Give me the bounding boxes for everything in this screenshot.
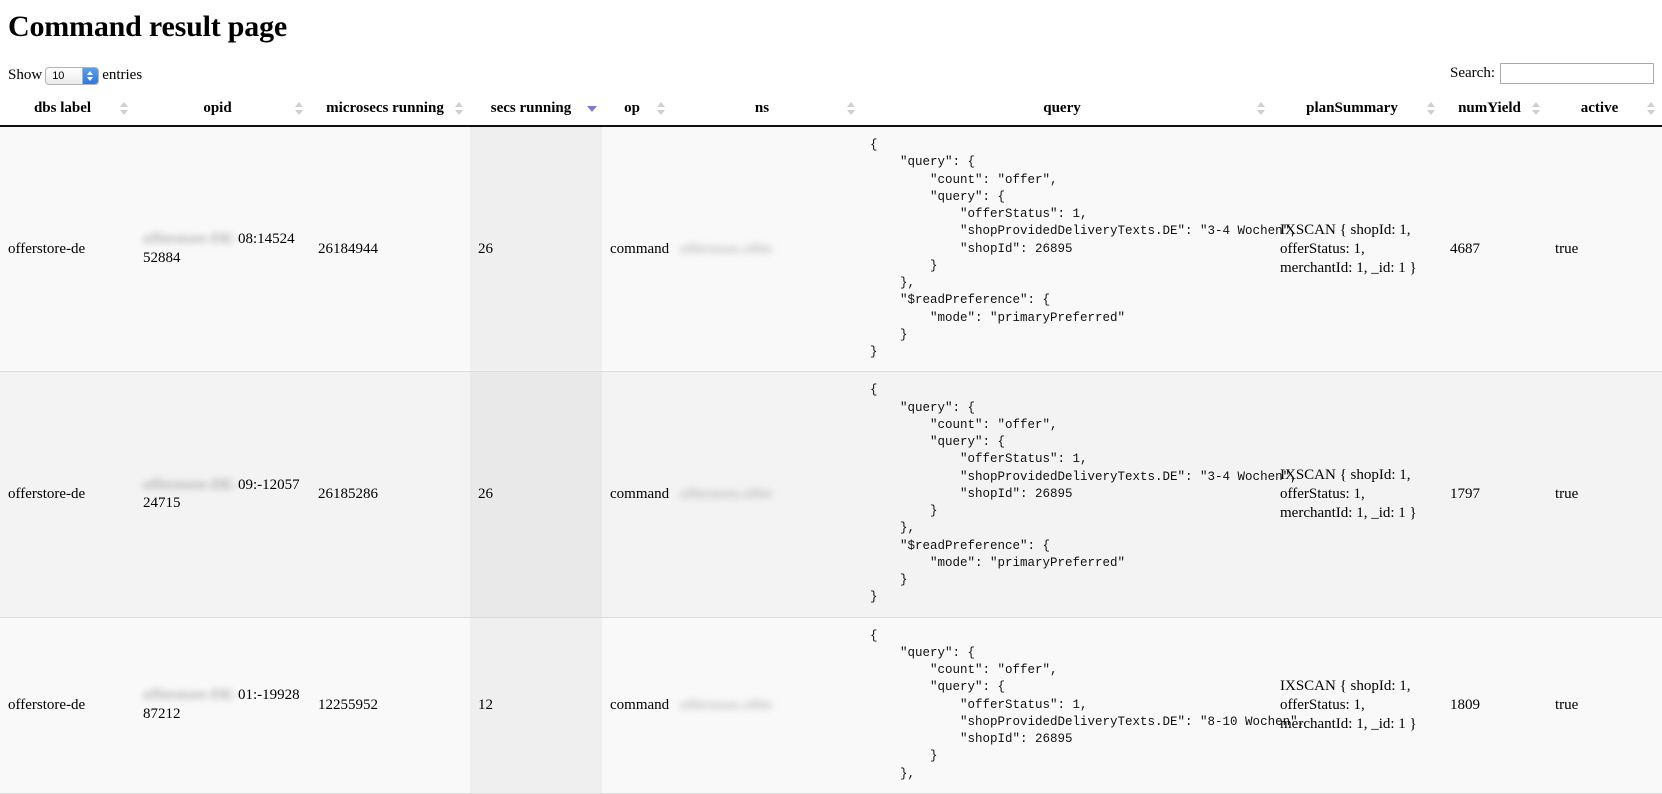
- sort-descending-icon[interactable]: [587, 102, 597, 115]
- cell-query: { "query": { "count": "offer", "query": …: [862, 126, 1298, 373]
- table-row[interactable]: offerstore-de offerstore-DE-09:-12057247…: [0, 371, 1662, 618]
- cell-plansummary: IXSCAN { shopId: 1, offerStatus: 1, merc…: [1272, 371, 1442, 618]
- cell-opid: offerstore-DE-09:-1205724715: [135, 371, 310, 618]
- cell-opid: offerstore-DE-08:1452452884: [135, 126, 310, 373]
- search-label: Search:: [1450, 65, 1495, 81]
- table-body: offerstore-de offerstore-DE-08:145245288…: [0, 126, 1662, 794]
- table-controls: Show 10 entries Search:: [0, 62, 1662, 90]
- redacted-host-prefix: offerstore-DE-: [143, 687, 239, 704]
- cell-dbs-label: offerstore-de: [0, 126, 135, 373]
- plan-summary-text: IXSCAN { shopId: 1, offerStatus: 1, merc…: [1280, 678, 1417, 732]
- sort-arrows-icon[interactable]: [847, 102, 856, 115]
- cell-op: command: [602, 617, 672, 794]
- sort-arrows-icon[interactable]: [455, 102, 464, 115]
- sort-arrows-icon[interactable]: [295, 102, 304, 115]
- cell-secs-running: 12: [470, 617, 602, 794]
- sort-arrows-icon[interactable]: [1427, 102, 1436, 115]
- cell-numyield: 1797: [1442, 371, 1547, 618]
- length-control: Show 10 entries: [8, 64, 142, 86]
- cell-numyield: 1809: [1442, 617, 1547, 794]
- sort-arrows-icon[interactable]: [120, 102, 129, 115]
- redacted-namespace: offerstore.offer: [680, 241, 773, 257]
- table-header-row: dbs label opid microsecs running secs ru…: [0, 94, 1662, 127]
- search-control: Search:: [1450, 62, 1654, 85]
- cell-dbs-label: offerstore-de: [0, 371, 135, 618]
- column-label: ns: [754, 100, 770, 116]
- cell-ns: offerstore.offer: [672, 617, 862, 794]
- cell-secs-running: 26: [470, 126, 602, 373]
- query-json: { "query": { "count": "offer", "query": …: [870, 628, 1305, 781]
- cell-secs-running: 26: [470, 371, 602, 618]
- redacted-host-prefix: offerstore-DE-: [143, 231, 239, 248]
- page-title: Command result page: [8, 10, 287, 43]
- table-row[interactable]: offerstore-de offerstore-DE-01:-19928872…: [0, 617, 1662, 794]
- column-header-ns[interactable]: ns: [672, 94, 862, 127]
- column-label: dbs label: [33, 100, 92, 116]
- plan-summary-text: IXSCAN { shopId: 1, offerStatus: 1, merc…: [1280, 222, 1417, 276]
- cell-microsecs-running: 26185286: [310, 371, 470, 618]
- query-json: { "query": { "count": "offer", "query": …: [870, 138, 1298, 359]
- column-label: active: [1580, 100, 1619, 116]
- column-label: query: [1043, 100, 1081, 116]
- stepper-arrows-icon[interactable]: [82, 67, 99, 84]
- sort-arrows-icon[interactable]: [657, 102, 666, 115]
- cell-active: true: [1547, 371, 1662, 618]
- cell-plansummary: IXSCAN { shopId: 1, offerStatus: 1, merc…: [1272, 126, 1442, 373]
- query-json: { "query": { "count": "offer", "query": …: [870, 383, 1298, 605]
- cell-microsecs-running: 12255952: [310, 617, 470, 794]
- sort-arrows-icon[interactable]: [1647, 102, 1656, 115]
- entries-per-page-value: 10: [52, 69, 65, 82]
- cell-active: true: [1547, 617, 1662, 794]
- cell-ns: offerstore.offer: [672, 126, 862, 373]
- column-header-query[interactable]: query: [862, 94, 1272, 127]
- length-suffix-label: entries: [102, 67, 143, 83]
- cell-numyield: 4687: [1442, 126, 1547, 373]
- plan-summary-text: IXSCAN { shopId: 1, offerStatus: 1, merc…: [1280, 467, 1417, 521]
- column-label: secs running: [490, 100, 572, 116]
- search-input[interactable]: [1500, 63, 1654, 85]
- column-label: numYield: [1458, 100, 1521, 116]
- results-table: dbs label opid microsecs running secs ru…: [0, 94, 1662, 794]
- cell-op: command: [602, 371, 672, 618]
- length-prefix-label: Show: [8, 67, 43, 83]
- column-header-microsecs-running[interactable]: microsecs running: [310, 94, 470, 127]
- column-header-dbs-label[interactable]: dbs label: [0, 94, 135, 127]
- column-label: planSummary: [1306, 100, 1398, 116]
- table-row[interactable]: offerstore-de offerstore-DE-08:145245288…: [0, 126, 1662, 373]
- table-head: dbs label opid microsecs running secs ru…: [0, 94, 1662, 127]
- cell-active: true: [1547, 126, 1662, 373]
- cell-microsecs-running: 26184944: [310, 126, 470, 373]
- column-header-numyield[interactable]: numYield: [1442, 94, 1547, 127]
- cell-opid: offerstore-DE-01:-1992887212: [135, 617, 310, 794]
- column-header-active[interactable]: active: [1547, 94, 1662, 127]
- column-header-opid[interactable]: opid: [135, 94, 310, 127]
- redacted-namespace: offerstore.offer: [680, 487, 773, 502]
- column-header-op[interactable]: op: [602, 94, 672, 127]
- cell-query: { "query": { "count": "offer", "query": …: [862, 371, 1298, 618]
- cell-op: command: [602, 126, 672, 373]
- sort-arrows-icon[interactable]: [1257, 102, 1266, 115]
- command-result-page: Command result page Show 10 entries Sear…: [0, 12, 1662, 794]
- column-header-plansummary[interactable]: planSummary: [1272, 94, 1442, 127]
- column-label: opid: [203, 100, 232, 116]
- cell-query: { "query": { "count": "offer", "query": …: [862, 617, 1305, 794]
- sort-arrows-icon[interactable]: [1532, 102, 1541, 115]
- cell-ns: offerstore.offer: [672, 371, 862, 618]
- column-label: op: [624, 100, 640, 116]
- cell-dbs-label: offerstore-de: [0, 617, 135, 794]
- redacted-namespace: offerstore.offer: [680, 697, 773, 713]
- column-label: microsecs running: [326, 100, 444, 116]
- column-header-secs-running[interactable]: secs running: [470, 94, 602, 127]
- redacted-host-prefix: offerstore-DE-: [143, 476, 239, 493]
- entries-per-page-select[interactable]: 10: [45, 66, 100, 85]
- cell-plansummary: IXSCAN { shopId: 1, offerStatus: 1, merc…: [1272, 617, 1442, 794]
